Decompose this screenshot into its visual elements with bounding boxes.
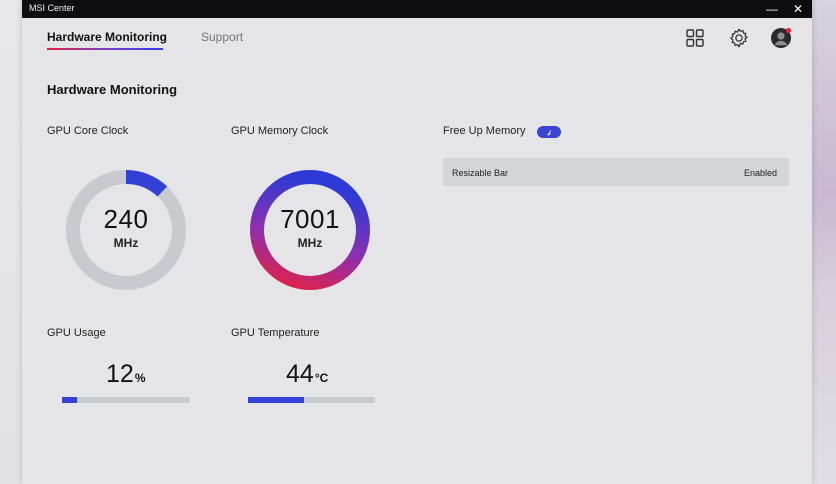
gpu-memory-clock-unit: MHz <box>297 236 323 250</box>
gpu-usage-bar-fill <box>62 397 78 403</box>
gpu-temperature-value: 44 <box>286 360 314 388</box>
tab-hardware-monitoring[interactable]: Hardware Monitoring <box>47 30 167 44</box>
avatar-icon[interactable] <box>770 27 792 49</box>
gpu-usage-unit: % <box>134 371 146 385</box>
free-up-memory-button[interactable] <box>537 126 561 138</box>
gpu-core-clock-gauge: 240 MHz <box>64 168 188 292</box>
active-tab-underline <box>47 48 163 50</box>
gpu-temperature-readout: 44°C <box>286 360 328 389</box>
gpu-core-clock-label: GPU Core Clock <box>47 125 129 137</box>
resizable-bar-row: Resizable Bar Enabled <box>443 158 789 186</box>
gpu-usage-value: 12 <box>106 360 134 388</box>
rocket-icon <box>547 130 552 137</box>
gpu-temperature-label: GPU Temperature <box>231 327 320 339</box>
title-bar: MSI Center — ✕ <box>22 0 812 18</box>
desktop-backdrop-right <box>810 0 836 484</box>
gpu-usage-label: GPU Usage <box>47 327 106 339</box>
section-title: Hardware Monitoring <box>47 82 178 97</box>
gpu-temperature-bar <box>248 397 375 403</box>
app-window: MSI Center — ✕ Hardware Monitoring Suppo… <box>22 0 812 484</box>
gpu-memory-clock-label: GPU Memory Clock <box>231 125 329 137</box>
tab-support[interactable]: Support <box>201 30 243 44</box>
desktop-backdrop-left <box>0 0 22 484</box>
gpu-core-clock-unit: MHz <box>113 236 139 250</box>
gpu-memory-clock-value: 7001 <box>280 204 340 234</box>
gpu-core-clock-value: 240 <box>103 204 149 234</box>
gpu-memory-clock-gauge: 7001 MHz <box>248 168 372 292</box>
free-up-memory-label: Free Up Memory <box>443 125 526 137</box>
gpu-temperature-bar-fill <box>248 397 304 403</box>
gear-icon[interactable] <box>728 27 750 49</box>
grid-icon[interactable] <box>684 27 706 49</box>
minimize-button[interactable]: — <box>762 1 782 17</box>
close-button[interactable]: ✕ <box>788 1 808 17</box>
gpu-temperature-unit: °C <box>314 371 329 385</box>
resizable-bar-label: Resizable Bar <box>452 168 509 178</box>
app-title: MSI Center <box>29 3 75 13</box>
gpu-usage-readout: 12% <box>106 360 145 389</box>
resizable-bar-status: Enabled <box>743 168 777 178</box>
gpu-usage-bar <box>62 397 190 403</box>
